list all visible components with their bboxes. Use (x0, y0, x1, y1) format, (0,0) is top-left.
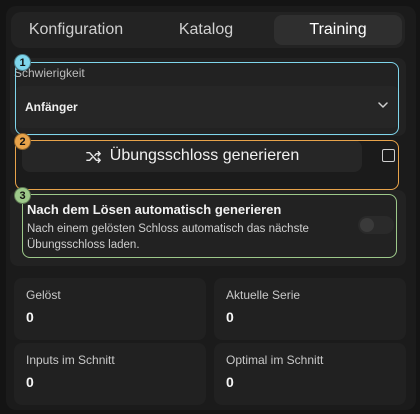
generate-lock-label: Übungsschloss generieren (109, 147, 300, 164)
stat-card-solved: Gelöst 0 (14, 278, 206, 340)
stat-card-current-streak: Aktuelle Serie 0 (214, 278, 406, 340)
callout-badge-3: 3 (14, 187, 31, 204)
chevron-down-icon (378, 102, 388, 108)
difficulty-selected-value: Anfänger (25, 100, 78, 114)
auto-generate-toggle[interactable] (358, 216, 394, 234)
tab-katalog[interactable]: Katalog (141, 12, 271, 48)
stat-value: 0 (26, 309, 34, 325)
difficulty-select[interactable]: Anfänger (14, 86, 400, 128)
stat-label: Gelöst (26, 288, 61, 302)
secondary-checkbox[interactable] (382, 149, 395, 162)
stat-value: 0 (26, 374, 34, 390)
stat-label: Aktuelle Serie (226, 288, 301, 302)
shuffle-icon (85, 150, 101, 163)
stat-value: 0 (226, 309, 234, 325)
stat-label: Inputs im Schnitt (26, 353, 115, 367)
stat-value: 0 (226, 374, 234, 390)
toggle-knob (360, 218, 374, 232)
stat-label: Optimal im Schnitt (226, 353, 324, 367)
callout-badge-2: 2 (14, 133, 31, 150)
tab-training[interactable]: Training (274, 15, 402, 45)
auto-generate-description: Nach einem gelösten Schloss automatisch … (27, 223, 309, 251)
tab-bar: Konfiguration Katalog Training (11, 12, 405, 48)
callout-badge-1: 1 (14, 54, 31, 71)
stat-card-avg-inputs: Inputs im Schnitt 0 (14, 343, 206, 405)
generate-lock-button[interactable]: Übungsschloss generieren (22, 140, 362, 172)
auto-generate-title: Nach dem Lösen automatisch generieren (27, 202, 282, 217)
tab-konfiguration[interactable]: Konfiguration (11, 12, 141, 48)
stat-card-avg-optimal: Optimal im Schnitt 0 (214, 343, 406, 405)
